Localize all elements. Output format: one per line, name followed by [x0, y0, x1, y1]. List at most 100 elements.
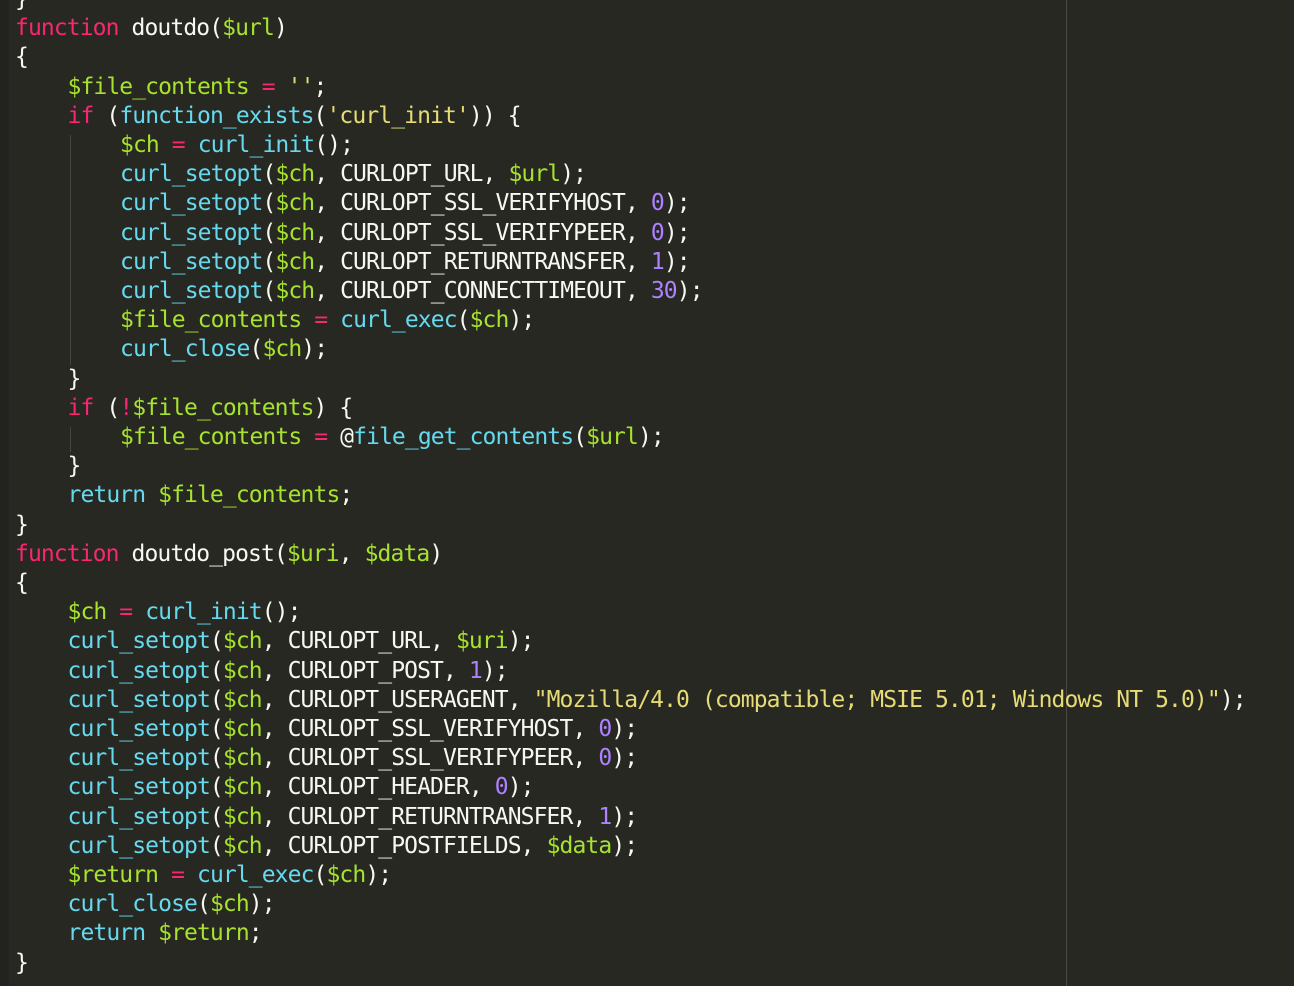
code-token: ( [456, 307, 471, 334]
code-line[interactable]: function doutdo_post($uri, $data) [15, 540, 443, 569]
code-token: ! [119, 394, 133, 421]
code-line[interactable]: } [67, 452, 82, 481]
code-token: $url [222, 15, 275, 42]
code-token: $ch [209, 891, 250, 918]
code-line[interactable]: curl_setopt($ch, CURLOPT_POSTFIELDS, $da… [68, 832, 639, 861]
code-token: ( [209, 745, 224, 772]
code-token: if [67, 394, 95, 421]
code-token: curl_setopt [120, 278, 263, 304]
code-line[interactable]: { [15, 43, 29, 72]
code-line[interactable]: curl_setopt($ch, CURLOPT_SSL_VERIFYHOST,… [120, 189, 691, 218]
code-line[interactable]: } [68, 365, 82, 394]
code-token: , CURLOPT_SSL_VERIFYPEER, [314, 219, 651, 246]
code-line[interactable]: curl_setopt($ch, CURLOPT_CONNECTTIMEOUT,… [120, 277, 704, 306]
code-token: ( [93, 102, 120, 129]
code-token: $file_contents [120, 424, 302, 450]
code-token: 0 [650, 219, 665, 246]
code-line[interactable]: function doutdo($url) [15, 14, 288, 43]
code-token: "Mozilla/4.0 (compatible; MSIE 5.01; Win… [533, 686, 1221, 713]
code-line[interactable]: } [15, 949, 29, 978]
code-line[interactable]: curl_setopt($ch, CURLOPT_RETURNTRANSFER,… [120, 248, 691, 277]
code-line[interactable]: } [15, 511, 29, 540]
code-token: = [314, 307, 328, 334]
code-token: ; [339, 482, 353, 509]
code-line[interactable]: curl_setopt($ch, CURLOPT_USERAGENT, "Moz… [68, 686, 1247, 715]
code-token: $ch [222, 832, 263, 859]
code-line[interactable]: $ch = curl_init(); [68, 598, 302, 627]
code-token: ( [249, 336, 263, 363]
code-token: $file_contents [67, 73, 250, 100]
code-token: '' [287, 73, 315, 100]
code-token: $url [586, 424, 639, 450]
code-token: curl_close [67, 891, 198, 918]
code-token: function_exists [119, 102, 314, 129]
code-token: $ch [275, 248, 315, 275]
code-token: $file_contents [158, 482, 340, 509]
code-line[interactable]: $ch = curl_init(); [120, 131, 354, 160]
code-line[interactable]: return $file_contents; [68, 481, 354, 510]
code-line[interactable]: $return = curl_exec($ch); [68, 861, 393, 890]
code-token: $ch [222, 803, 263, 830]
code-line[interactable]: { [15, 569, 29, 598]
code-token: ); [481, 657, 509, 684]
code-line[interactable]: curl_close($ch); [67, 890, 276, 919]
code-token: function [15, 540, 119, 567]
code-token: , CURLOPT_RETURNTRANSFER, [261, 803, 599, 830]
code-line[interactable]: curl_setopt($ch, CURLOPT_SSL_VERIFYHOST,… [68, 715, 639, 744]
code-editor[interactable]: }function doutdo($url){$file_contents = … [0, 0, 1294, 986]
code-token: $ch [222, 657, 263, 684]
code-line[interactable]: curl_setopt($ch, CURLOPT_URL, $url); [120, 160, 587, 189]
code-token: , CURLOPT_POSTFIELDS, [261, 832, 547, 859]
code-token: curl_setopt [120, 248, 263, 275]
code-token: curl_setopt [120, 190, 263, 217]
code-token: return [67, 920, 147, 947]
code-token: , CURLOPT_POST, [261, 657, 469, 684]
code-token: file_get_contents [353, 424, 574, 450]
code-token: { [15, 44, 29, 71]
code-line[interactable]: curl_setopt($ch, CURLOPT_HEADER, 0); [68, 773, 535, 802]
code-token: $file_contents [132, 394, 314, 421]
code-line[interactable]: curl_setopt($ch, CURLOPT_RETURNTRANSFER,… [68, 803, 639, 832]
code-token: ( [209, 716, 224, 742]
code-token: $ch [275, 190, 315, 217]
code-token: ( [313, 862, 328, 888]
code-line[interactable]: curl_close($ch); [120, 335, 328, 364]
code-token: ); [676, 278, 704, 304]
code-line[interactable]: $file_contents = ''; [67, 73, 328, 102]
code-token: 0 [650, 190, 665, 217]
code-token: 0 [598, 716, 612, 742]
code-line[interactable]: } [15, 0, 29, 14]
code-line[interactable]: curl_setopt($ch, CURLOPT_SSL_VERIFYPEER,… [120, 219, 691, 248]
code-token: ); [365, 862, 392, 888]
code-line[interactable]: return $return; [67, 919, 263, 948]
code-line[interactable]: curl_setopt($ch, CURLOPT_SSL_VERIFYPEER,… [68, 744, 639, 773]
code-token: ); [611, 745, 638, 772]
code-token: ); [1219, 686, 1247, 713]
code-token: ( [209, 628, 224, 655]
code-token: , CURLOPT_URL, [261, 628, 456, 655]
indent-guide [69, 427, 71, 453]
code-line[interactable]: curl_setopt($ch, CURLOPT_URL, $uri); [68, 627, 535, 656]
code-token: curl_setopt [120, 161, 263, 188]
code-line[interactable]: curl_setopt($ch, CURLOPT_POST, 1); [68, 657, 509, 686]
code-token: $ch [222, 716, 263, 742]
code-token: curl_close [120, 336, 250, 363]
code-token: = [314, 424, 328, 450]
code-line[interactable]: $file_contents = curl_exec($ch); [120, 306, 535, 335]
code-token: { [15, 570, 29, 596]
code-token: $url [508, 161, 561, 188]
code-token: 30 [650, 278, 678, 304]
code-token: } [67, 453, 82, 480]
code-line[interactable]: if (function_exists('curl_init')) { [68, 102, 522, 131]
code-line[interactable]: if (!$file_contents) { [67, 394, 354, 423]
code-token: ); [663, 248, 691, 275]
code-line[interactable]: $file_contents = @file_get_contents($url… [120, 423, 665, 452]
code-token: ); [301, 336, 328, 363]
code-token: ( [313, 102, 328, 129]
code-token: 0 [598, 745, 612, 772]
